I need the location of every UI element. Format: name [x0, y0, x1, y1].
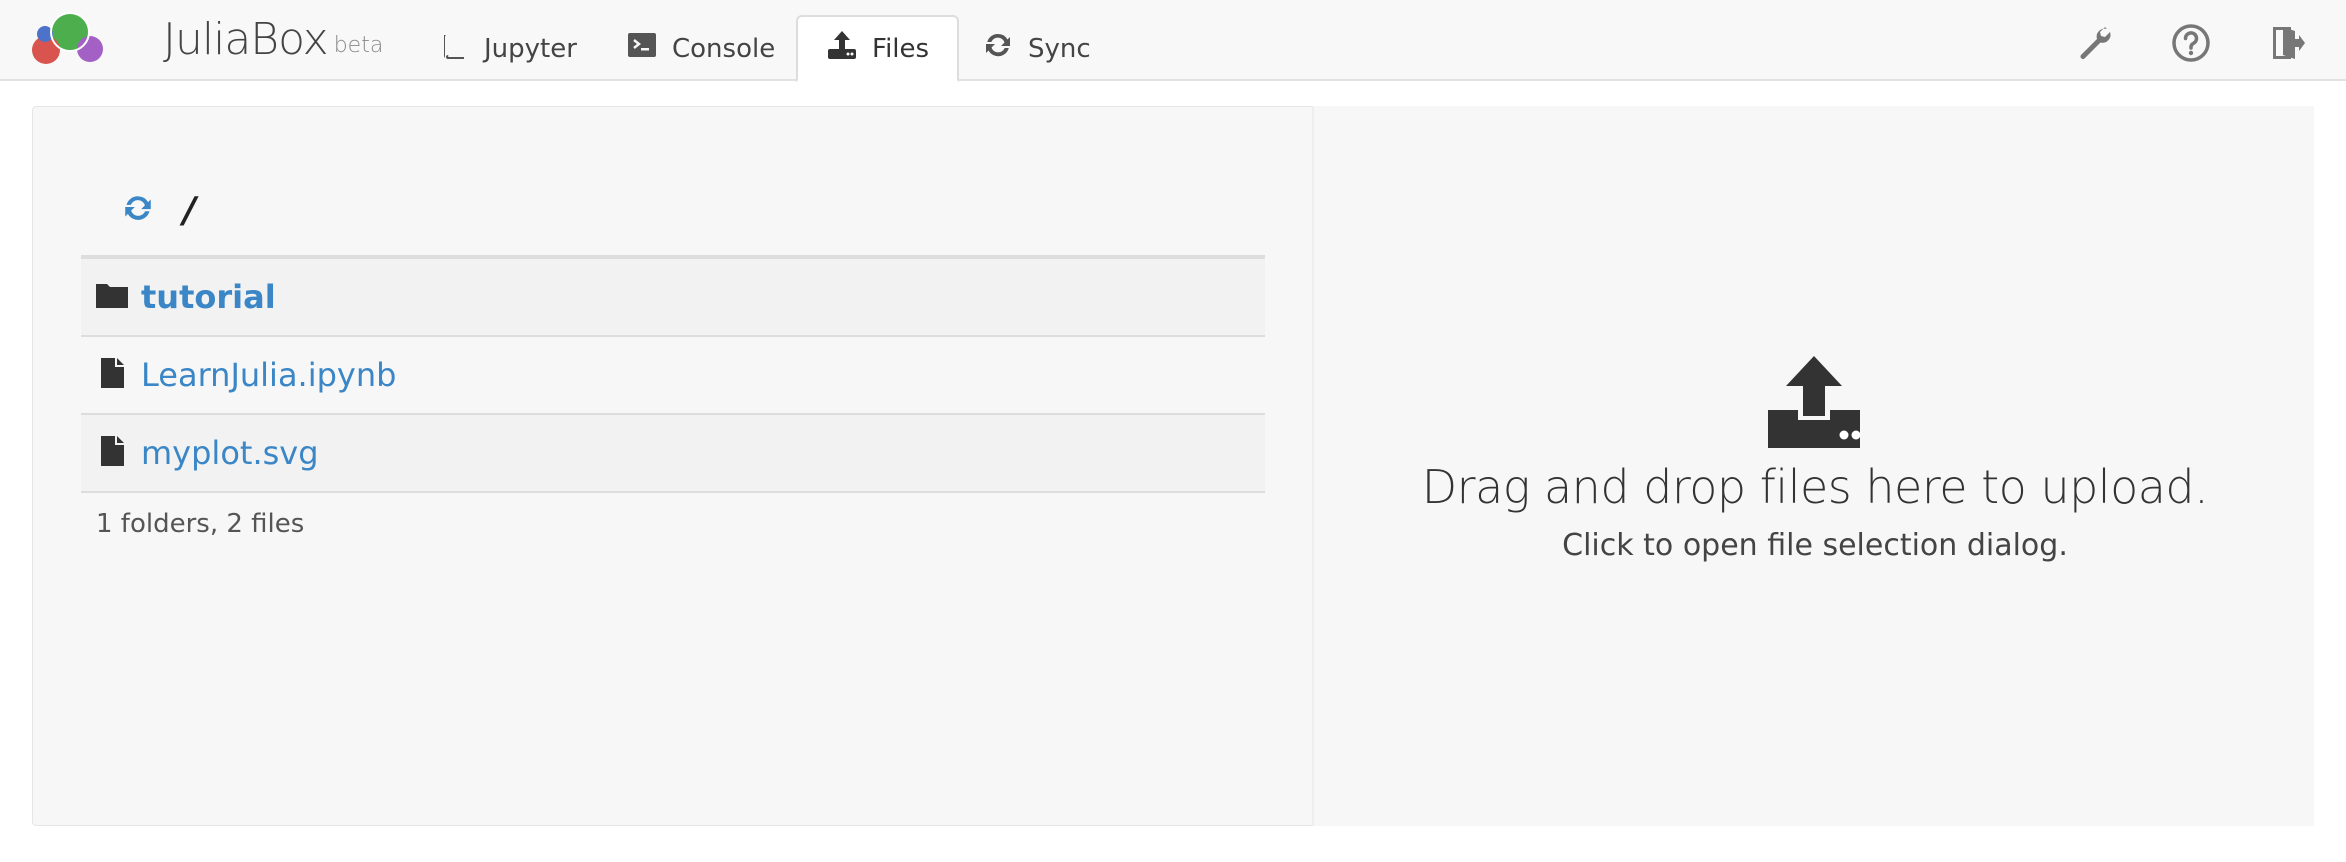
- file-icon: [95, 434, 129, 472]
- brand-beta-label: beta: [333, 33, 384, 58]
- list-item[interactable]: LearnJulia.ipynb: [81, 337, 1265, 415]
- file-link-learnjulia[interactable]: LearnJulia.ipynb: [141, 356, 396, 394]
- file-link-myplot[interactable]: myplot.svg: [141, 434, 319, 472]
- tab-jupyter[interactable]: Jupyter: [410, 15, 605, 82]
- file-list: tutorial LearnJulia.ipynb myplot.svg: [81, 255, 1265, 493]
- help-icon[interactable]: [2171, 23, 2211, 63]
- list-item[interactable]: myplot.svg: [81, 415, 1265, 493]
- julia-logo[interactable]: [28, 12, 108, 68]
- upload-icon: [1764, 352, 1864, 452]
- tab-sync[interactable]: Sync: [954, 15, 1119, 82]
- wrench-icon[interactable]: [2075, 23, 2115, 63]
- upload-dropzone[interactable]: Drag and drop files here to upload. Clic…: [1312, 106, 2314, 826]
- book-icon: [438, 29, 470, 68]
- tab-files-label: Files: [872, 33, 930, 64]
- tab-console-label: Console: [672, 33, 776, 64]
- file-icon: [95, 356, 129, 394]
- tab-sync-label: Sync: [1028, 33, 1091, 64]
- brand-name: JuliaBox: [163, 14, 329, 65]
- upload-title: Drag and drop files here to upload.: [1421, 460, 2209, 514]
- current-path[interactable]: /: [183, 190, 196, 231]
- refresh-icon: [982, 29, 1014, 68]
- path-bar: /: [121, 187, 196, 233]
- folder-link-tutorial[interactable]: tutorial: [141, 278, 276, 316]
- tab-jupyter-label: Jupyter: [484, 33, 577, 64]
- file-browser-panel: / tutorial LearnJulia.ipynb myplot.svg 1…: [32, 106, 1312, 826]
- folder-icon: [95, 278, 129, 316]
- refresh-icon[interactable]: [121, 191, 155, 229]
- upload-icon: [826, 29, 858, 68]
- file-count-summary: 1 folders, 2 files: [96, 509, 305, 539]
- top-navbar: JuliaBox beta Jupyter Console Files Sync: [0, 0, 2346, 82]
- list-item[interactable]: tutorial: [81, 259, 1265, 337]
- tab-console[interactable]: Console: [598, 15, 803, 82]
- upload-subtitle[interactable]: Click to open file selection dialog.: [1314, 528, 2316, 563]
- sign-out-icon[interactable]: [2267, 23, 2307, 63]
- terminal-icon: [626, 29, 658, 68]
- brand-title[interactable]: JuliaBox beta: [163, 14, 383, 66]
- tab-files[interactable]: Files: [796, 15, 960, 82]
